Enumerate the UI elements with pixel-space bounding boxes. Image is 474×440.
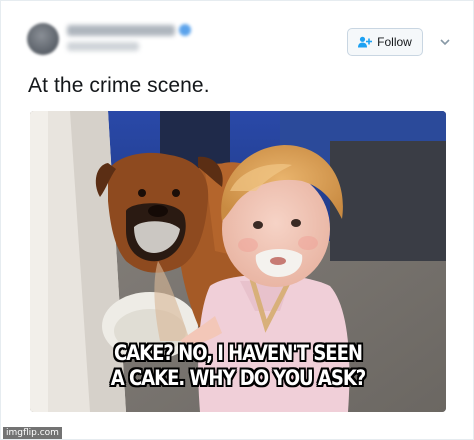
caption-line-2: A CAKE. WHY DO YOU ASK? [110, 366, 366, 390]
follow-button[interactable]: Follow [347, 28, 423, 56]
add-user-icon [358, 36, 373, 48]
author-name-redacted[interactable] [67, 25, 175, 36]
tweet-header: Follow [27, 15, 457, 67]
caption-line-1: CAKE? NO, I HAVEN'T SEEN [113, 341, 363, 365]
verified-badge-icon [179, 24, 191, 36]
chevron-down-icon[interactable] [438, 35, 452, 49]
follow-label: Follow [377, 35, 412, 49]
watermark: imgflip.com [3, 427, 62, 439]
tweet-text: At the crime scene. [28, 74, 210, 97]
tweet-card: Follow At the crime scene. CAKE? NO, I H… [0, 0, 474, 440]
author-handle-redacted [67, 42, 139, 51]
avatar[interactable] [27, 23, 59, 55]
meme-caption: CAKE? NO, I HAVEN'T SEEN A CAKE. WHY DO … [59, 341, 417, 391]
